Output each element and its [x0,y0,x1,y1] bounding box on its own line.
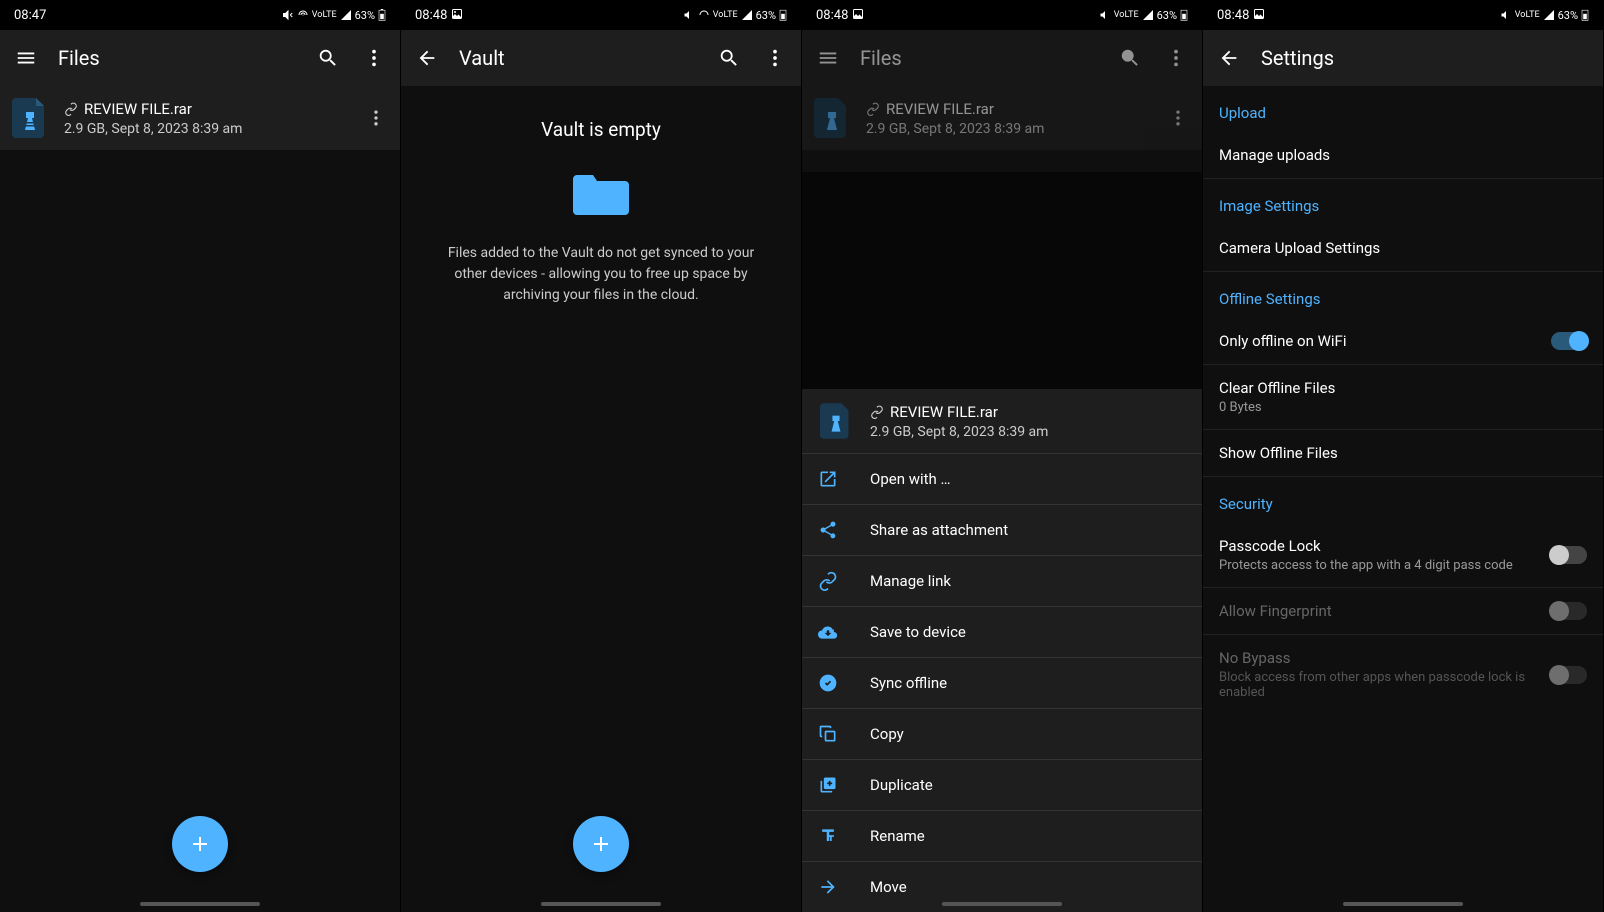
app-bar: Files [0,30,400,86]
app-bar: Settings [1203,30,1603,86]
more-icon[interactable] [360,44,388,72]
setting-fingerprint: Allow Fingerprint [1203,588,1603,635]
fab-add-button[interactable] [573,816,629,872]
toggle-only-wifi[interactable] [1551,332,1587,350]
vault-empty-state: Vault is empty Files added to the Vault … [401,86,801,912]
action-save-device[interactable]: Save to device [802,607,1202,658]
check-circle-icon [816,671,840,695]
file-type-icon [816,401,856,441]
sheet-header: REVIEW FILE.rar 2.9 GB, Sept 8, 2023 8:3… [802,389,1202,454]
section-offline: Offline Settings [1203,272,1603,318]
action-share[interactable]: Share as attachment [802,505,1202,556]
setting-manage-uploads[interactable]: Manage uploads [1203,132,1603,179]
empty-description: Files added to the Vault do not get sync… [421,243,781,306]
section-image: Image Settings [1203,179,1603,225]
action-sync-offline[interactable]: Sync offline [802,658,1202,709]
settings-list: Upload Manage uploads Image Settings Cam… [1203,86,1603,912]
file-name: REVIEW FILE.rar [84,100,192,118]
status-icons: VoLTE 63% [1099,9,1188,22]
back-icon[interactable] [1215,44,1243,72]
content-area: REVIEW FILE.rar 2.9 GB, Sept 8, 2023 8:3… [0,86,400,912]
search-icon [1116,44,1144,72]
status-icons: VoLTE 63% [683,9,787,22]
hamburger-icon[interactable] [12,44,40,72]
search-icon[interactable] [715,44,743,72]
screen-file-actions: 08:48 VoLTE 63% Files RE [802,0,1203,912]
action-open-with[interactable]: Open with … [802,454,1202,505]
action-rename[interactable]: Rename [802,811,1202,862]
section-security: Security [1203,477,1603,523]
nav-indicator [140,902,260,906]
app-bar: Files [802,30,1202,86]
status-bar: 08:48 VoLTE 63% [401,0,801,30]
copy-icon [816,722,840,746]
open-external-icon [816,467,840,491]
file-item[interactable]: REVIEW FILE.rar 2.9 GB, Sept 8, 2023 8:3… [0,86,400,150]
action-copy[interactable]: Copy [802,709,1202,760]
file-item: REVIEW FILE.rar 2.9 GB, Sept 8, 2023 8:3… [802,86,1202,150]
sheet-file-meta: 2.9 GB, Sept 8, 2023 8:39 am [870,424,1188,440]
duplicate-icon [816,773,840,797]
setting-show-offline[interactable]: Show Offline Files [1203,430,1603,477]
link-icon [64,102,78,116]
bottom-sheet: REVIEW FILE.rar 2.9 GB, Sept 8, 2023 8:3… [802,389,1202,912]
file-more-icon[interactable] [362,104,390,132]
nav-indicator [541,902,661,906]
folder-icon [573,171,629,215]
nav-indicator [942,902,1062,906]
action-manage-link[interactable]: Manage link [802,556,1202,607]
text-format-icon [816,824,840,848]
more-icon [1162,44,1190,72]
setting-no-bypass: No Bypass Block access from other apps w… [1203,635,1603,714]
status-bar: 08:47 VoLTE 63% [0,0,400,30]
file-meta: 2.9 GB, Sept 8, 2023 8:39 am [866,121,1150,137]
app-bar: Vault [401,30,801,86]
content-area: REVIEW FILE.rar 2.9 GB, Sept 8, 2023 8:3… [802,86,1202,912]
toggle-fingerprint [1551,602,1587,620]
file-type-icon [10,98,50,138]
link-icon [816,569,840,593]
status-bar: 08:48 VoLTE 63% [1203,0,1603,30]
toggle-no-bypass [1551,666,1587,684]
action-duplicate[interactable]: Duplicate [802,760,1202,811]
link-icon [866,102,880,116]
file-more-icon [1164,104,1192,132]
file-meta: 2.9 GB, Sept 8, 2023 8:39 am [64,121,348,137]
arrow-right-icon [816,875,840,899]
status-time: 08:48 [1217,8,1265,23]
share-icon [816,518,840,542]
screen-vault: 08:48 VoLTE 63% Vault Vault is empty Fil… [401,0,802,912]
back-icon[interactable] [413,44,441,72]
file-name: REVIEW FILE.rar [886,100,994,118]
setting-passcode[interactable]: Passcode Lock Protects access to the app… [1203,523,1603,588]
status-time: 08:47 [14,8,46,23]
section-upload: Upload [1203,86,1603,132]
more-icon[interactable] [761,44,789,72]
status-time: 08:48 [415,8,463,23]
file-type-icon [812,98,852,138]
setting-camera-upload[interactable]: Camera Upload Settings [1203,225,1603,272]
search-icon[interactable] [314,44,342,72]
status-icons: VoLTE 63% [1500,9,1589,22]
screen-settings: 08:48 VoLTE 63% Settings Upload Manage u… [1203,0,1604,912]
page-title: Settings [1261,46,1591,70]
status-bar: 08:48 VoLTE 63% [802,0,1202,30]
page-title: Files [58,46,296,70]
screen-files: 08:47 VoLTE 63% Files [0,0,401,912]
page-title: Files [860,46,1098,70]
fab-add-button[interactable] [172,816,228,872]
toggle-passcode[interactable] [1551,546,1587,564]
cloud-download-icon [816,620,840,644]
hamburger-icon [814,44,842,72]
sheet-file-name: REVIEW FILE.rar [890,403,998,421]
status-icons: VoLTE 63% [282,9,386,22]
link-icon [870,405,884,419]
empty-title: Vault is empty [421,118,781,141]
page-title: Vault [459,46,697,70]
nav-indicator [1343,902,1463,906]
status-time: 08:48 [816,8,864,23]
setting-only-wifi[interactable]: Only offline on WiFi [1203,318,1603,365]
setting-clear-offline[interactable]: Clear Offline Files 0 Bytes [1203,365,1603,430]
